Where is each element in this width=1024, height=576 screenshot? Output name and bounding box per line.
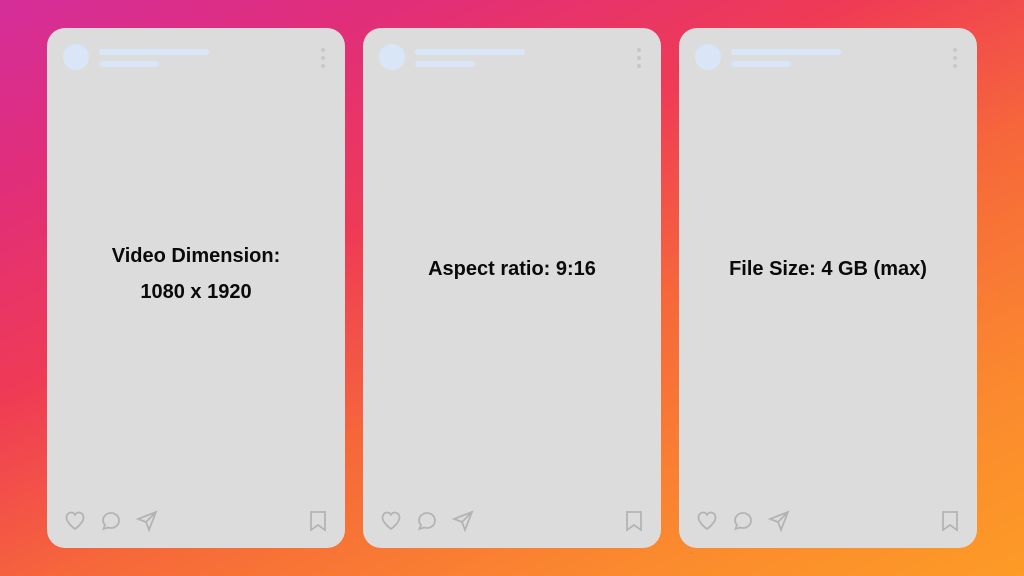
card-footer — [379, 508, 645, 534]
card-header — [63, 44, 329, 70]
header-text-placeholder — [415, 47, 645, 67]
spec-label: Video Dimension: — [112, 243, 281, 269]
more-options-icon[interactable] — [319, 46, 327, 70]
avatar-placeholder — [379, 44, 405, 70]
subtext-placeholder-line — [415, 61, 475, 67]
spec-value: 1080 x 1920 — [140, 279, 251, 305]
subtext-placeholder-line — [99, 61, 159, 67]
spec-card-aspect-ratio: Aspect ratio: 9:16 — [363, 28, 661, 548]
spec-label: File Size: 4 GB (max) — [729, 256, 927, 282]
spec-card-video-dimension: Video Dimension: 1080 x 1920 — [47, 28, 345, 548]
card-header — [695, 44, 961, 70]
username-placeholder-line — [99, 49, 209, 55]
share-icon[interactable] — [767, 509, 791, 533]
share-icon[interactable] — [451, 509, 475, 533]
header-text-placeholder — [99, 47, 329, 67]
spec-label: Aspect ratio: 9:16 — [428, 256, 596, 282]
username-placeholder-line — [731, 49, 841, 55]
subtext-placeholder-line — [731, 61, 791, 67]
spec-card-file-size: File Size: 4 GB (max) — [679, 28, 977, 548]
comment-icon[interactable] — [731, 509, 755, 533]
card-body: Video Dimension: 1080 x 1920 — [63, 70, 329, 508]
avatar-placeholder — [695, 44, 721, 70]
comment-icon[interactable] — [99, 509, 123, 533]
avatar-placeholder — [63, 44, 89, 70]
username-placeholder-line — [415, 49, 525, 55]
more-options-icon[interactable] — [635, 46, 643, 70]
card-body: File Size: 4 GB (max) — [695, 70, 961, 508]
bookmark-icon[interactable] — [623, 509, 645, 533]
share-icon[interactable] — [135, 509, 159, 533]
heart-icon[interactable] — [379, 509, 403, 533]
header-text-placeholder — [731, 47, 961, 67]
card-footer — [695, 508, 961, 534]
card-body: Aspect ratio: 9:16 — [379, 70, 645, 508]
card-header — [379, 44, 645, 70]
bookmark-icon[interactable] — [939, 509, 961, 533]
bookmark-icon[interactable] — [307, 509, 329, 533]
card-footer — [63, 508, 329, 534]
heart-icon[interactable] — [695, 509, 719, 533]
heart-icon[interactable] — [63, 509, 87, 533]
more-options-icon[interactable] — [951, 46, 959, 70]
comment-icon[interactable] — [415, 509, 439, 533]
